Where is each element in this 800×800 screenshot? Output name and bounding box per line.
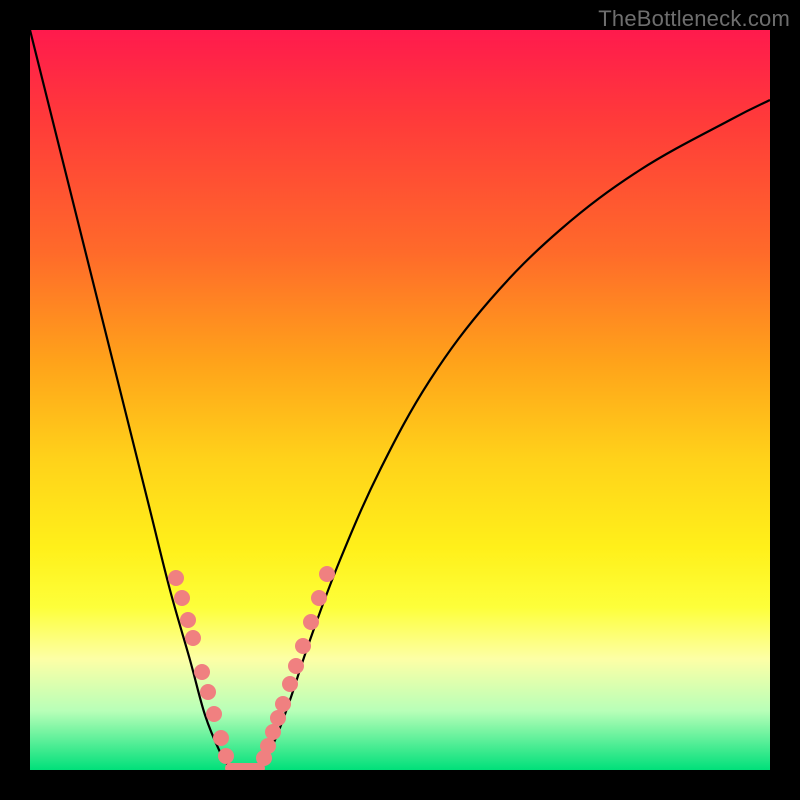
plot-area xyxy=(30,30,770,770)
chart-frame: TheBottleneck.com xyxy=(0,0,800,800)
data-marker xyxy=(311,590,327,606)
data-marker xyxy=(180,612,196,628)
data-marker xyxy=(282,676,298,692)
right-branch-curve xyxy=(260,100,770,768)
data-marker xyxy=(288,658,304,674)
data-marker xyxy=(213,730,229,746)
data-marker xyxy=(174,590,190,606)
data-marker xyxy=(168,570,184,586)
data-marker xyxy=(200,684,216,700)
data-marker xyxy=(194,664,210,680)
data-marker xyxy=(303,614,319,630)
watermark-text: TheBottleneck.com xyxy=(598,6,790,32)
curve-layer xyxy=(30,30,770,770)
data-marker xyxy=(218,748,234,764)
data-marker xyxy=(206,706,222,722)
data-markers xyxy=(168,566,335,766)
data-marker xyxy=(185,630,201,646)
data-marker xyxy=(265,724,281,740)
data-marker xyxy=(275,696,291,712)
data-marker xyxy=(319,566,335,582)
data-marker xyxy=(295,638,311,654)
data-marker xyxy=(260,738,276,754)
left-branch-curve xyxy=(30,30,230,768)
data-marker xyxy=(270,710,286,726)
